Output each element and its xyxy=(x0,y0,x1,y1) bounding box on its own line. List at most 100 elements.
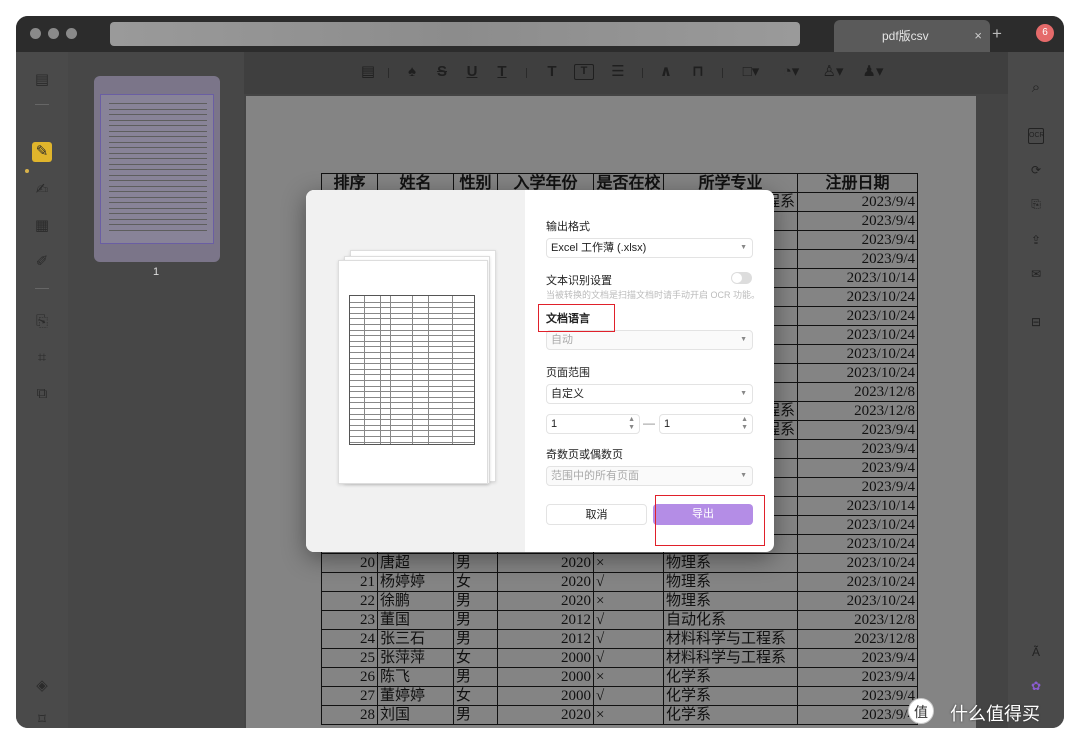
table-cell: 2023/9/4 xyxy=(797,420,918,440)
table-row: 22 徐鹏男 2020 × 物理系 2023/10/24 xyxy=(321,591,918,611)
reader-icon[interactable]: ▤ xyxy=(32,70,52,90)
table-cell: 男 xyxy=(453,667,498,687)
toolbar-separator xyxy=(526,68,527,78)
rectangle-icon[interactable]: □▾ xyxy=(738,62,764,82)
preview-col-line xyxy=(380,296,381,444)
ocr-hint: 当被转换的文档是扫描文档时请手动开启 OCR 功能。 xyxy=(546,290,761,300)
convert-file-icon[interactable]: ⟳ xyxy=(1028,162,1044,178)
thumbnail-page-number: 1 xyxy=(152,266,160,278)
table-cell: 2023/12/8 xyxy=(797,610,918,630)
preview-col-line xyxy=(452,296,453,444)
dialog-preview-pane xyxy=(306,190,525,552)
eraser-icon[interactable]: ⊓ xyxy=(688,62,708,82)
comment-tool-icon[interactable]: ✎ xyxy=(32,142,52,162)
output-format-label: 输出格式 xyxy=(546,221,590,233)
thumbnail-line xyxy=(109,213,207,214)
odd-even-label: 奇数页或偶数页 xyxy=(546,449,623,461)
toggle-knob xyxy=(732,273,742,283)
table-cell: 女 xyxy=(453,648,498,668)
thumbnail-line xyxy=(109,136,207,137)
table-cell: 化学系 xyxy=(663,705,798,725)
stepper-icon[interactable]: ▲ ▼ xyxy=(741,416,748,432)
email-icon[interactable]: ✉ xyxy=(1028,266,1044,282)
shape-icon[interactable]: ◔▾ xyxy=(778,62,804,82)
table-cell: 2023/9/4 xyxy=(797,192,918,212)
page-range-value: 自定义 xyxy=(551,388,584,400)
page-range-select[interactable]: 自定义 ▼ xyxy=(546,384,753,404)
rail-divider xyxy=(35,288,49,289)
table-cell: 自动化系 xyxy=(663,610,798,630)
table-cell: 杨婷婷 xyxy=(377,572,454,592)
table-cell: 男 xyxy=(453,610,498,630)
tab-active[interactable]: pdf版csv × xyxy=(834,20,990,52)
signature-icon[interactable]: ♟▾ xyxy=(860,62,886,82)
comment-icon[interactable]: ▤ xyxy=(358,62,378,82)
table-cell: 化学系 xyxy=(663,686,798,706)
table-cell: 董国 xyxy=(377,610,454,630)
ai-assistant-icon[interactable]: ✿ xyxy=(1028,678,1044,694)
output-format-select[interactable]: Excel 工作薄 (.xlsx) ▼ xyxy=(546,238,753,258)
table-cell: 男 xyxy=(453,591,498,611)
stepper-icon[interactable]: ▲ ▼ xyxy=(628,416,635,432)
layers-icon[interactable]: ◈ xyxy=(32,676,52,696)
table-cell: 物理系 xyxy=(663,591,798,611)
odd-even-select[interactable]: 范围中的所有页面 ▼ xyxy=(546,466,753,486)
form-icon[interactable]: ▦ xyxy=(32,216,52,236)
page-thumbnail[interactable] xyxy=(94,76,220,262)
thumbnail-line xyxy=(109,196,207,198)
table-cell: × xyxy=(593,705,664,725)
text-icon[interactable]: T xyxy=(542,62,562,82)
strikethrough-icon[interactable]: S xyxy=(432,62,452,82)
thumbnail-preview xyxy=(100,94,214,244)
table-cell: 24 xyxy=(321,629,378,649)
table-cell: 2020 xyxy=(497,553,594,573)
toolbar-separator xyxy=(642,68,643,78)
pencil-icon[interactable]: ∧ xyxy=(656,62,676,82)
bookmark-icon[interactable]: ⌑ xyxy=(32,710,52,728)
document-language-select[interactable]: 自动 ▼ xyxy=(546,330,753,350)
search-icon[interactable]: ⌕ xyxy=(1028,80,1044,96)
table-cell: 2020 xyxy=(497,705,594,725)
close-window-button[interactable] xyxy=(30,28,41,39)
table-row: 23 董国男 2012 √ 自动化系 2023/12/8 xyxy=(321,610,918,630)
range-from-input[interactable]: 1 ▲ ▼ xyxy=(546,414,640,434)
avatar[interactable]: 6 xyxy=(1036,24,1054,42)
table-cell: 2000 xyxy=(497,648,594,668)
fill-sign-icon[interactable]: ✐ xyxy=(32,252,52,272)
table-cell: 2023/10/24 xyxy=(797,534,918,554)
cancel-button[interactable]: 取消 xyxy=(546,504,647,525)
table-cell: 女 xyxy=(453,686,498,706)
highlight-icon[interactable]: ♠ xyxy=(402,62,422,82)
squiggly-icon[interactable]: T xyxy=(492,62,512,82)
blurred-tab[interactable] xyxy=(110,22,800,46)
table-cell: × xyxy=(593,553,664,573)
tab-close-icon[interactable]: × xyxy=(974,20,982,52)
preview-col-line xyxy=(364,296,365,444)
save-icon[interactable]: ⊟ xyxy=(1028,314,1044,330)
ocr-icon[interactable]: OCR xyxy=(1028,128,1045,144)
stamp-icon[interactable]: ♙▾ xyxy=(820,62,846,82)
ocr-toggle[interactable] xyxy=(731,272,752,284)
table-cell: 2020 xyxy=(497,591,594,611)
edit-icon[interactable]: ✍ xyxy=(32,180,52,200)
zoom-window-button[interactable] xyxy=(66,28,77,39)
translate-icon[interactable]: Ã xyxy=(1028,644,1044,660)
crop-icon[interactable]: ⌗ xyxy=(32,348,52,368)
table-cell: 化学系 xyxy=(663,667,798,687)
range-to-input[interactable]: 1 ▲ ▼ xyxy=(659,414,753,434)
underline-icon[interactable]: U xyxy=(462,62,482,82)
thumbnail-line xyxy=(109,141,207,143)
textbox-icon[interactable]: T xyxy=(574,64,594,80)
minimize-window-button[interactable] xyxy=(48,28,59,39)
protect-file-icon[interactable]: ⎘ xyxy=(1028,196,1044,212)
callout-icon[interactable]: ☰ xyxy=(608,62,628,82)
convert-icon[interactable]: ⧉ xyxy=(32,384,52,404)
table-row: 20 唐超男 2020 × 物理系 2023/10/24 xyxy=(321,553,918,573)
organize-pages-icon[interactable]: ⎘ xyxy=(32,312,52,332)
table-cell: 2023/9/4 xyxy=(797,458,918,478)
new-tab-button[interactable]: + xyxy=(992,24,1002,44)
share-icon[interactable]: ⇪ xyxy=(1028,232,1044,248)
table-cell: 张萍萍 xyxy=(377,648,454,668)
table-cell: 2023/9/4 xyxy=(797,705,918,725)
ocr-settings-label: 文本识别设置 xyxy=(546,275,612,287)
